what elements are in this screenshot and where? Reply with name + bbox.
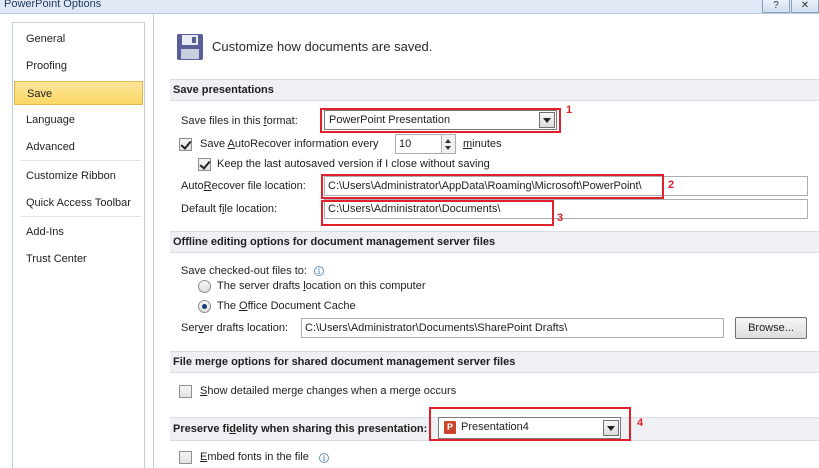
sidebar-item-advanced[interactable]: Advanced xyxy=(14,135,143,159)
annotation-marker-2: 2 xyxy=(668,179,675,191)
sidebar-item-trust-center[interactable]: Trust Center xyxy=(14,247,143,271)
save-options-panel: Customize how documents are saved. Save … xyxy=(153,14,819,468)
info-icon[interactable]: i xyxy=(314,266,324,276)
help-button[interactable]: ? xyxy=(762,0,790,13)
spin-down-icon[interactable] xyxy=(445,146,451,150)
sidebar-item-customize-ribbon[interactable]: Customize Ribbon xyxy=(14,164,143,188)
office-cache-radio[interactable] xyxy=(198,300,211,313)
title-bar: PowerPoint Options ? ✕ xyxy=(0,0,819,14)
annotation-marker-3: 3 xyxy=(557,212,564,224)
keep-last-autosaved-checkbox[interactable] xyxy=(198,158,211,171)
annotation-box-4 xyxy=(429,407,631,441)
sidebar-divider xyxy=(21,160,141,161)
server-drafts-radio[interactable] xyxy=(198,280,211,293)
show-merge-changes-label: Show detailed merge changes when a merge… xyxy=(200,385,457,397)
sidebar-item-language[interactable]: Language xyxy=(14,108,143,132)
autorecover-minutes-spinner[interactable] xyxy=(442,134,456,154)
server-drafts-location-input[interactable]: C:\Users\Administrator\Documents\SharePo… xyxy=(301,318,724,338)
window-title: PowerPoint Options xyxy=(4,0,102,10)
sidebar-item-proofing[interactable]: Proofing xyxy=(14,54,143,78)
show-merge-changes-checkbox[interactable] xyxy=(179,385,192,398)
office-cache-label: The Office Document Cache xyxy=(217,300,356,312)
annotation-marker-4: 4 xyxy=(637,417,644,429)
close-button[interactable]: ✕ xyxy=(791,0,819,13)
annotation-box-1 xyxy=(320,108,561,133)
server-drafts-label: The server drafts location on this compu… xyxy=(217,280,426,292)
autorecover-label: Save AutoRecover information every xyxy=(200,138,379,150)
sidebar-divider xyxy=(21,216,141,217)
server-drafts-location-label: Server drafts location: xyxy=(181,322,288,334)
autorecover-minutes-input[interactable]: 10 xyxy=(395,134,442,154)
section-file-merge: File merge options for shared document m… xyxy=(170,351,819,373)
spin-up-icon[interactable] xyxy=(445,139,451,143)
info-icon[interactable]: i xyxy=(319,453,329,463)
save-checked-out-label: Save checked-out files to: xyxy=(181,265,307,277)
autorecover-location-label: AutoRecover file location: xyxy=(181,180,306,192)
sidebar-item-save[interactable]: Save xyxy=(14,81,143,105)
options-sidebar: General Proofing Save Language Advanced … xyxy=(12,22,145,468)
floppy-disk-icon xyxy=(177,34,203,60)
default-location-label: Default file location: xyxy=(181,203,278,215)
keep-last-autosaved-label: Keep the last autosaved version if I clo… xyxy=(217,158,490,170)
browse-button[interactable]: Browse... xyxy=(735,317,807,339)
annotation-box-2 xyxy=(321,174,664,199)
annotation-marker-1: 1 xyxy=(566,104,573,116)
minutes-label: minutes xyxy=(463,138,502,150)
sidebar-item-general[interactable]: General xyxy=(14,27,143,51)
embed-fonts-checkbox[interactable] xyxy=(179,451,192,464)
annotation-box-3 xyxy=(321,200,554,226)
save-format-label: Save files in this format: xyxy=(181,115,298,127)
sidebar-item-add-ins[interactable]: Add-Ins xyxy=(14,220,143,244)
embed-fonts-label: Embed fonts in the file xyxy=(200,451,309,463)
section-save-presentations: Save presentations xyxy=(170,79,819,101)
sidebar-item-quick-access-toolbar[interactable]: Quick Access Toolbar xyxy=(14,191,143,215)
page-heading: Customize how documents are saved. xyxy=(212,39,433,54)
autorecover-checkbox[interactable] xyxy=(179,138,192,151)
section-offline-editing: Offline editing options for document man… xyxy=(170,231,819,253)
